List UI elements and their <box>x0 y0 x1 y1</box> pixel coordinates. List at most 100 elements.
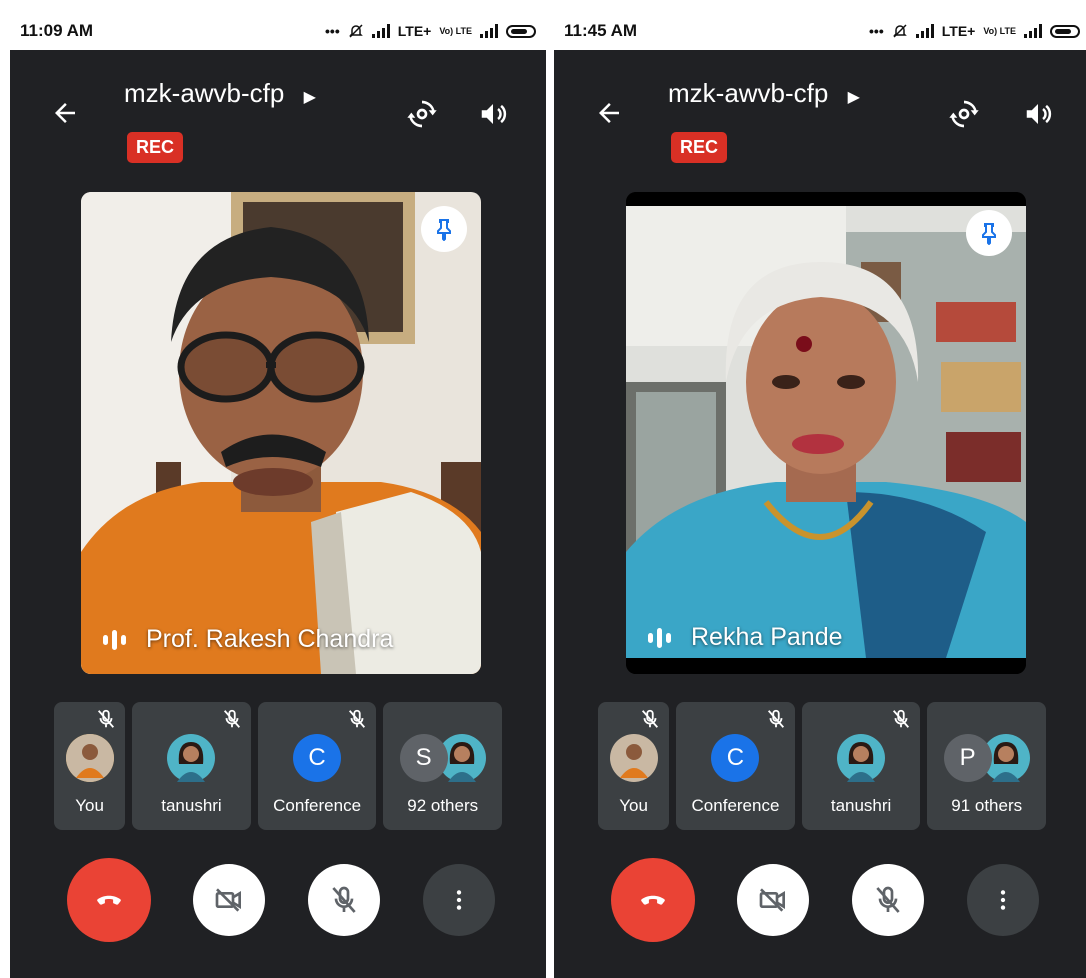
participant-card[interactable]: C Conference <box>257 702 377 830</box>
participant-name: tanushri <box>830 796 892 815</box>
more-options-button[interactable] <box>423 864 495 936</box>
meeting-code-text: mzk-awvb-cfp <box>124 78 285 108</box>
caret-right-icon: ▶ <box>303 89 316 106</box>
speaking-bars-icon <box>648 627 671 648</box>
pin-button[interactable] <box>966 210 1012 256</box>
more-dots-icon: ••• <box>869 23 884 39</box>
end-call-button[interactable] <box>611 858 695 942</box>
meeting-code[interactable]: mzk-awvb-cfp ▶ <box>668 78 860 109</box>
rec-badge: REC <box>671 132 728 163</box>
more-dots-icon: ••• <box>325 23 340 39</box>
pin-icon <box>982 223 996 245</box>
status-time: 11:09 AM <box>20 21 94 40</box>
main-video-tile[interactable]: Rekha Pande <box>626 192 1026 674</box>
speaker-icon <box>1026 104 1052 124</box>
status-time: 11:45 AM <box>564 21 638 40</box>
participant-strip: You C Conference tanushri P 91 others <box>598 702 1046 830</box>
more-vert-icon <box>1000 890 1006 910</box>
avatar-initial: C <box>711 734 760 782</box>
status-bar: 11:09 AM ••• LTE+ Vo) LTE <box>10 12 546 50</box>
participant-name: 92 others <box>407 796 479 815</box>
mic-toggle-button[interactable] <box>308 864 380 936</box>
switch-camera-button[interactable] <box>402 94 442 134</box>
back-arrow-icon[interactable] <box>594 98 624 128</box>
back-arrow-icon[interactable] <box>50 98 80 128</box>
avatar-initial-letter: P <box>959 744 976 771</box>
camera-off-icon <box>759 888 785 912</box>
avatar <box>837 734 886 782</box>
meet-screen-1: 11:09 AM ••• LTE+ Vo) LTE mzk-awvb-cfp ▶… <box>10 12 546 978</box>
speaker-name: Prof. Rakesh Chandra <box>146 625 394 653</box>
main-video-tile[interactable]: Prof. Rakesh Chandra <box>81 192 481 674</box>
meet-screen-2: 11:45 AM ••• LTE+ Vo) LTE mzk-awvb-cfp ▶… <box>554 12 1086 978</box>
battery-icon <box>506 24 536 38</box>
speaker-name: Rekha Pande <box>691 623 843 651</box>
end-call-button[interactable] <box>67 858 151 942</box>
avatar-initial: C <box>293 734 342 782</box>
participant-name: Conference <box>273 796 362 815</box>
mic-off-icon <box>98 709 115 728</box>
mic-off-icon <box>223 709 240 728</box>
avatar <box>167 734 216 782</box>
participant-video <box>626 192 1026 674</box>
call-controls <box>10 855 546 945</box>
avatar-initial-letter: C <box>726 744 745 771</box>
participant-card-others[interactable]: S 92 others <box>383 702 502 830</box>
participant-video <box>81 192 481 674</box>
camera-toggle-button[interactable] <box>737 864 809 936</box>
speaker-button[interactable] <box>1018 94 1058 134</box>
end-call-icon <box>641 895 665 905</box>
camera-toggle-button[interactable] <box>193 864 265 936</box>
status-icons: ••• LTE+ Vo) LTE <box>325 23 536 39</box>
mute-bell-icon <box>892 24 907 38</box>
camera-off-icon <box>215 888 241 912</box>
participant-card[interactable]: tanushri <box>132 702 251 830</box>
participant-card-others[interactable]: P 91 others <box>927 702 1046 830</box>
avatar <box>609 734 658 782</box>
meeting-code-text: mzk-awvb-cfp <box>668 78 829 108</box>
mic-off-icon <box>767 709 784 728</box>
switch-camera-button[interactable] <box>944 94 984 134</box>
switch-camera-icon <box>407 100 437 128</box>
signal-icon-2 <box>1024 24 1042 38</box>
pin-icon <box>437 219 451 241</box>
speaker-icon <box>481 104 507 124</box>
signal-icon-2 <box>480 24 498 38</box>
speaker-button[interactable] <box>473 94 513 134</box>
participant-name: Conference <box>691 796 780 815</box>
avatar-initial: P <box>943 734 992 782</box>
switch-camera-icon <box>949 100 979 128</box>
avatar <box>65 734 114 782</box>
mic-toggle-button[interactable] <box>852 864 924 936</box>
participant-card[interactable]: You <box>598 702 670 830</box>
meeting-header: mzk-awvb-cfp ▶ REC <box>554 70 1086 180</box>
network-type: LTE+ <box>941 23 976 39</box>
mic-off-icon <box>642 709 659 728</box>
speaker-label: Rekha Pande <box>648 623 843 652</box>
avatar-group: P <box>943 734 1030 782</box>
volte-label: Vo) LTE <box>983 26 1016 36</box>
volte-label: Vo) LTE <box>439 26 472 36</box>
mic-off-icon <box>876 886 900 913</box>
status-bar: 11:45 AM ••• LTE+ Vo) LTE <box>554 12 1086 50</box>
mic-off-icon <box>893 709 910 728</box>
avatar-initial-letter: C <box>308 744 326 771</box>
participant-strip: You tanushri C Conference S 92 others <box>54 702 502 830</box>
participant-name: 91 others <box>951 796 1023 815</box>
status-icons: ••• LTE+ Vo) LTE <box>869 23 1080 39</box>
meeting-code[interactable]: mzk-awvb-cfp ▶ <box>124 78 316 109</box>
avatar-group: S <box>399 734 486 782</box>
meeting-header: mzk-awvb-cfp ▶ REC <box>10 70 546 180</box>
more-options-button[interactable] <box>967 864 1039 936</box>
end-call-icon <box>97 895 121 905</box>
rec-badge: REC <box>127 132 184 163</box>
pin-button[interactable] <box>421 206 467 252</box>
participant-card[interactable]: C Conference <box>676 702 795 830</box>
caret-right-icon: ▶ <box>847 89 860 106</box>
participant-card[interactable]: You <box>54 702 126 830</box>
more-vert-icon <box>456 890 462 910</box>
avatar-initial: S <box>399 734 448 782</box>
participant-card[interactable]: tanushri <box>801 702 921 830</box>
network-type: LTE+ <box>397 23 432 39</box>
battery-icon <box>1050 24 1080 38</box>
